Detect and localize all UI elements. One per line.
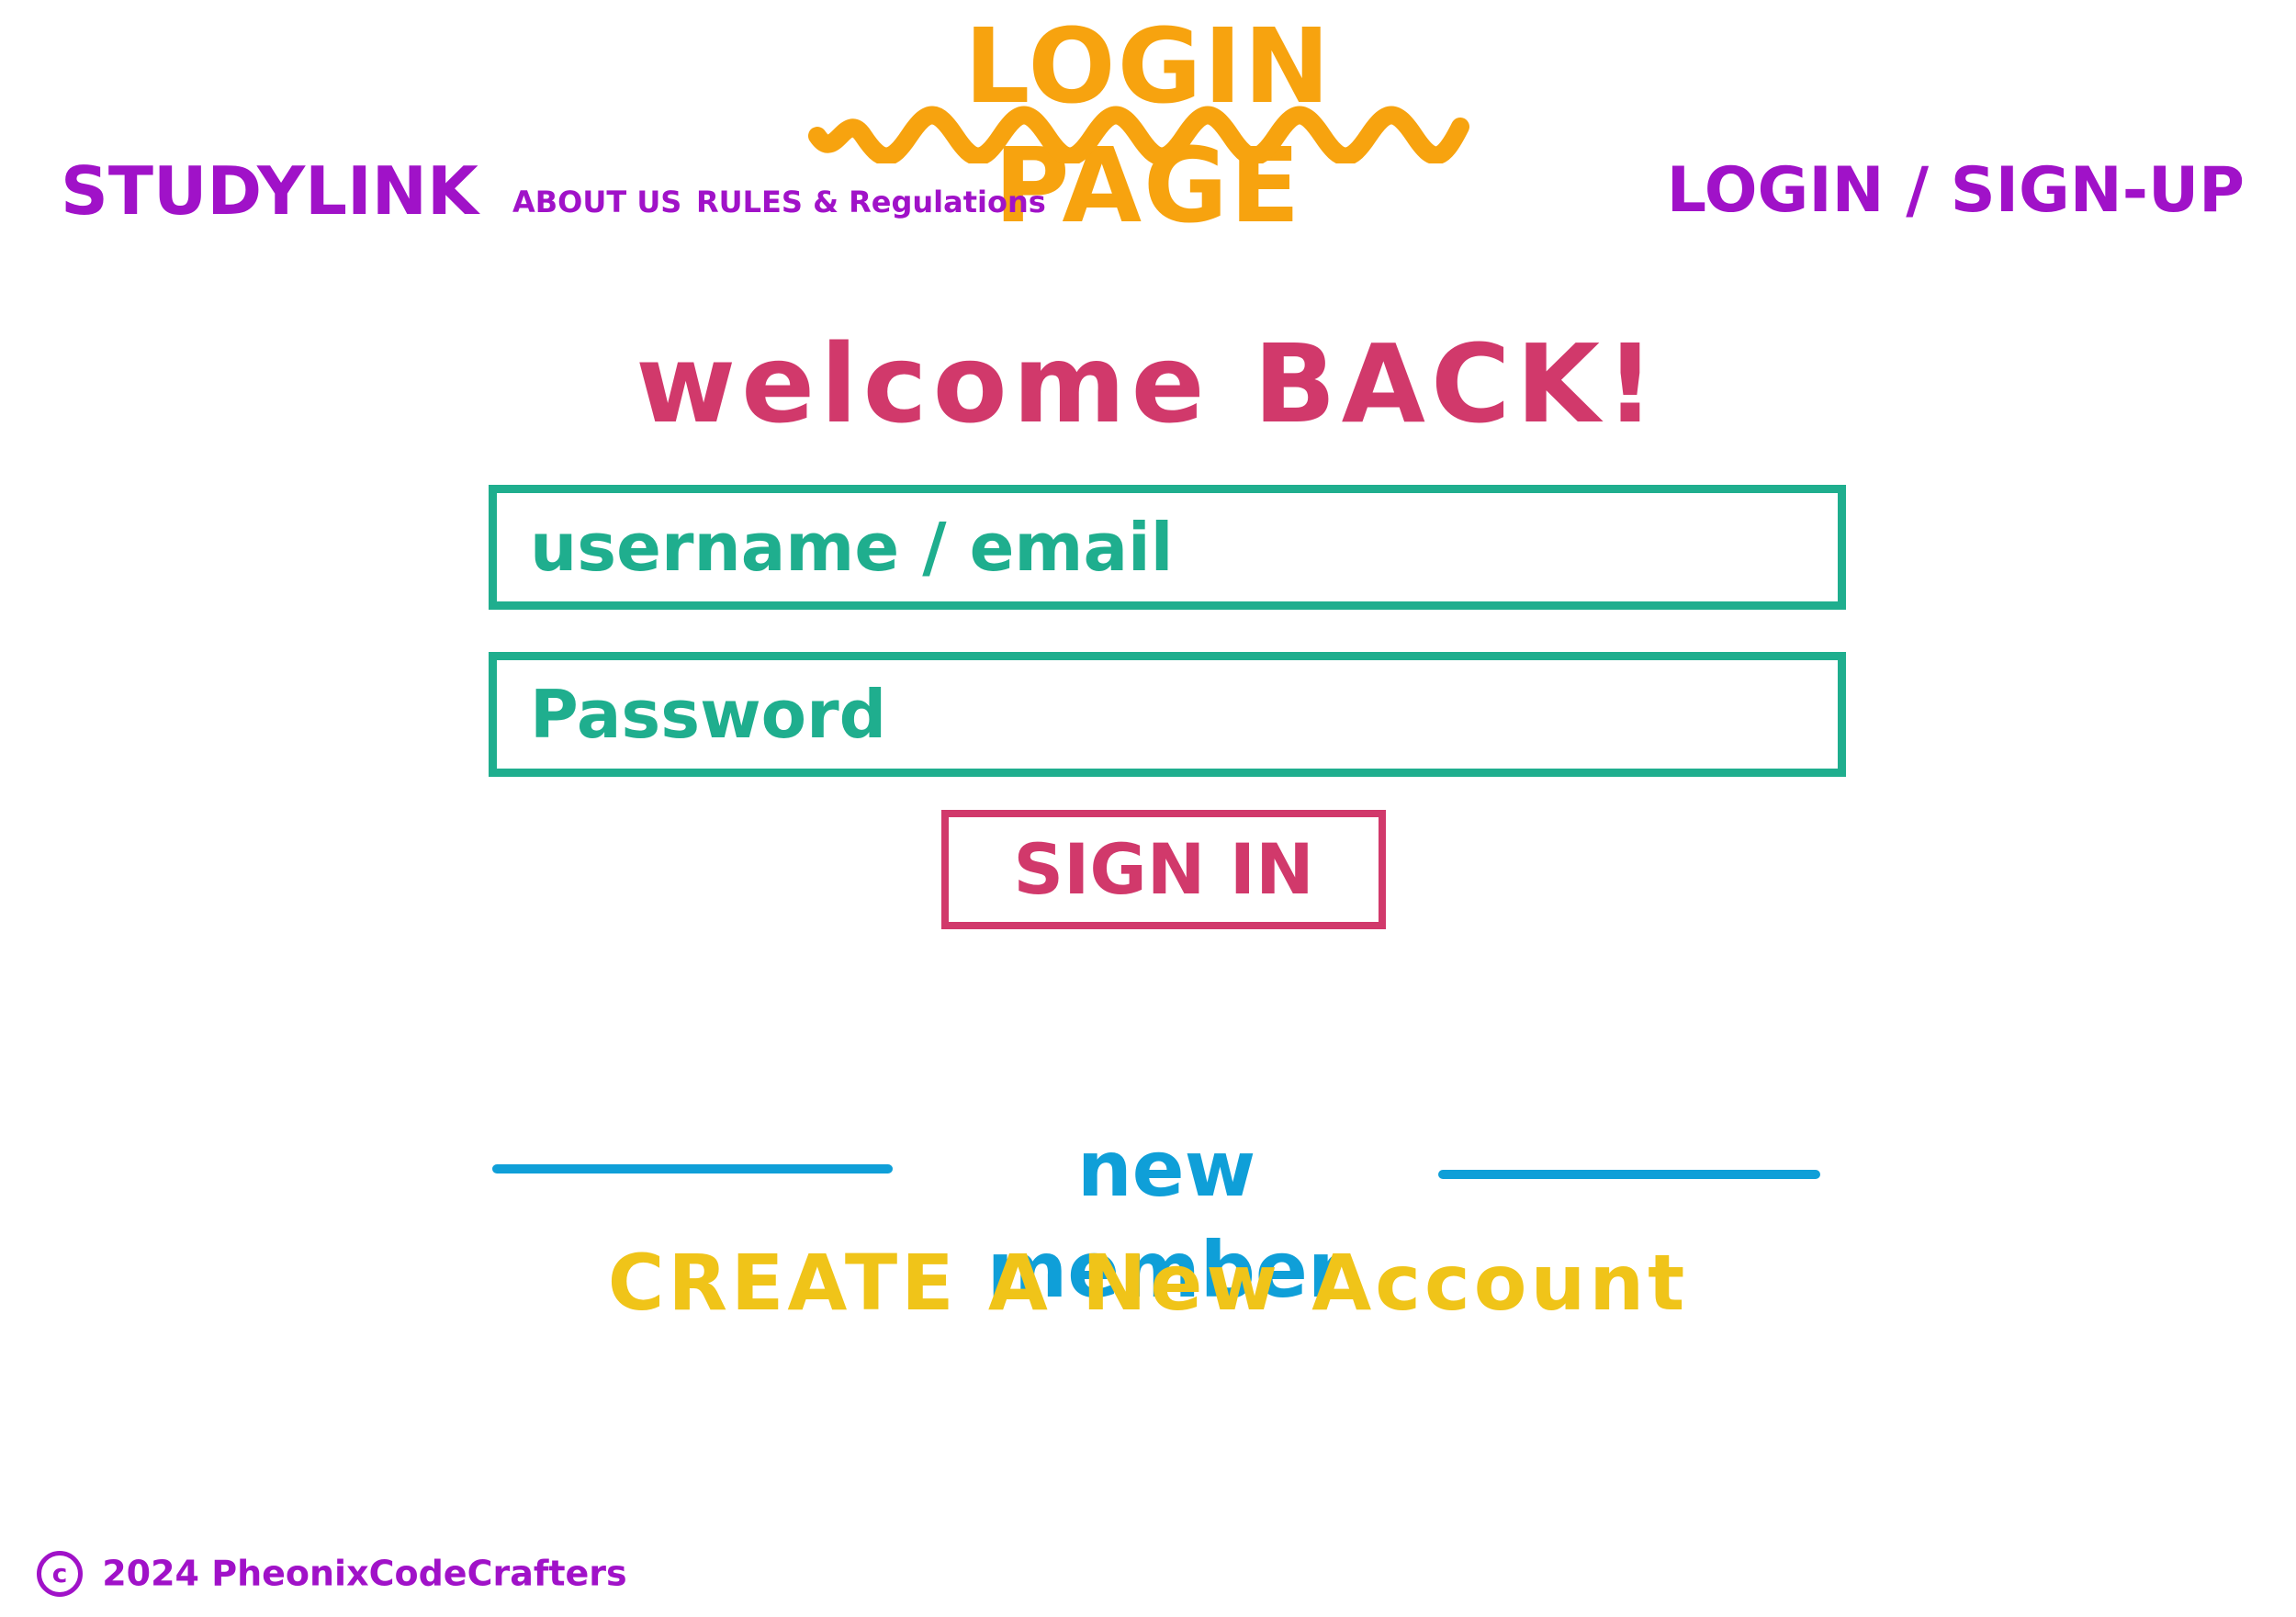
footer-text: 2024 PheonixCodeCrafters: [102, 1553, 627, 1594]
welcome-heading: welcome BACK!: [636, 320, 1660, 447]
username-field-box: [489, 485, 1846, 610]
create-account-link[interactable]: CREATE A New Account: [0, 1232, 2296, 1333]
divider-left-line: [492, 1164, 893, 1173]
password-field-box: [489, 652, 1846, 777]
divider-right-line: [1438, 1170, 1820, 1179]
page-title: LOGIN PAGE: [808, 7, 1488, 246]
nav-rules-regulations[interactable]: RULES & Regulations: [696, 184, 1046, 220]
copyright-icon: c: [37, 1550, 83, 1597]
sign-in-button[interactable]: SIGN IN: [941, 810, 1386, 929]
username-email-input[interactable]: [497, 493, 1838, 601]
squiggle-underline: [808, 106, 1469, 163]
footer: c 2024 PheonixCodeCrafters: [37, 1548, 627, 1597]
brand-logo[interactable]: STUDYLINK: [61, 154, 478, 228]
password-input[interactable]: [497, 660, 1838, 769]
login-signup-link[interactable]: LOGIN / SIGN-UP: [1667, 154, 2245, 228]
nav-about-us[interactable]: ABOUT US: [512, 184, 681, 220]
